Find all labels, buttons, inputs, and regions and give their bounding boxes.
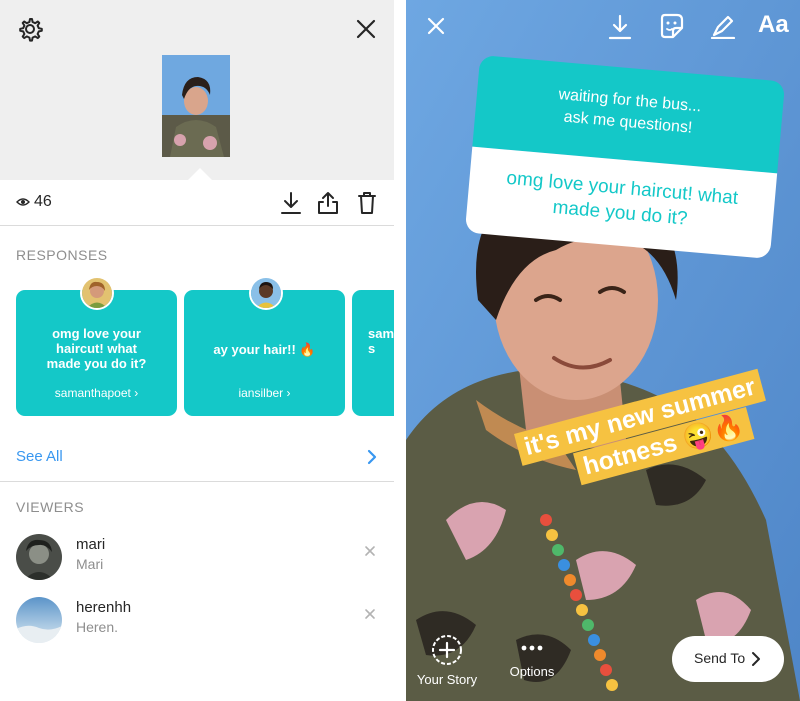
responses-section-label: RESPONSES [16,247,108,263]
eye-icon [16,198,30,206]
your-story-button[interactable]: Your Story [412,634,482,687]
gear-icon[interactable] [17,16,43,42]
avatar[interactable] [16,597,62,643]
chevron-right-icon: › [134,386,139,400]
response-text: omg love your haircut! what made you do … [46,326,147,371]
more-icon [521,645,543,651]
avatar[interactable] [16,534,62,580]
viewers-section-label: VIEWERS [16,499,85,515]
chevron-right-icon: › [286,386,291,400]
response-username-label: iansilber [238,386,284,400]
story-insights-panel: 46 RESPONSES omg love your haircut! what… [0,0,394,701]
download-icon[interactable] [608,14,632,40]
viewer-row[interactable]: mari Mari [0,528,394,584]
response-username-label: samanthapoet [54,386,131,400]
avatar-image [82,278,112,308]
viewer-username[interactable]: herenhh [76,599,131,616]
close-icon[interactable] [426,16,446,36]
trash-icon[interactable] [356,191,378,215]
view-count[interactable]: 46 [34,193,52,211]
chevron-right-icon [752,652,760,666]
avatar[interactable] [80,276,114,310]
viewer-full-name: Heren. [76,619,119,635]
see-all-link[interactable]: See All [16,448,63,465]
chevron-right-icon[interactable] [366,448,378,466]
viewer-username[interactable]: mari [76,536,105,553]
share-icon[interactable] [317,191,339,215]
sticker-icon[interactable] [658,13,684,39]
response-text: ay your hair!! 🔥 [213,342,316,357]
story-thumbnail-image [162,55,230,157]
download-icon[interactable] [280,191,302,215]
question-sticker[interactable]: waiting for the bus... ask me questions!… [464,55,786,259]
send-to-button[interactable]: Send To [672,636,784,682]
avatar-image [16,597,62,643]
response-username[interactable]: iansilber › [184,386,345,400]
divider [0,481,394,482]
thumbnail-pointer [188,168,212,180]
story-thumbnail[interactable] [162,55,230,157]
add-story-icon [432,635,462,665]
response-text: sam te s [368,326,394,356]
your-story-label: Your Story [416,672,478,687]
avatar[interactable] [249,276,283,310]
response-card[interactable]: sam te s [352,290,394,416]
close-icon[interactable] [364,608,376,620]
close-icon[interactable] [354,17,378,41]
viewer-full-name: Mari [76,556,104,572]
story-preview-area [0,0,394,180]
text-tool-button[interactable]: Aa [758,11,789,39]
story-stats-bar: 46 [0,180,394,226]
response-username[interactable]: samanthapoet › [16,386,177,400]
avatar-image [16,534,62,580]
close-icon[interactable] [364,545,376,557]
pen-icon[interactable] [710,13,736,39]
send-to-label: Send To [694,650,746,666]
avatar-image [251,278,281,308]
options-button[interactable]: Options [502,644,562,679]
viewer-row[interactable]: herenhh Heren. [0,591,394,647]
options-label: Options [509,664,555,679]
